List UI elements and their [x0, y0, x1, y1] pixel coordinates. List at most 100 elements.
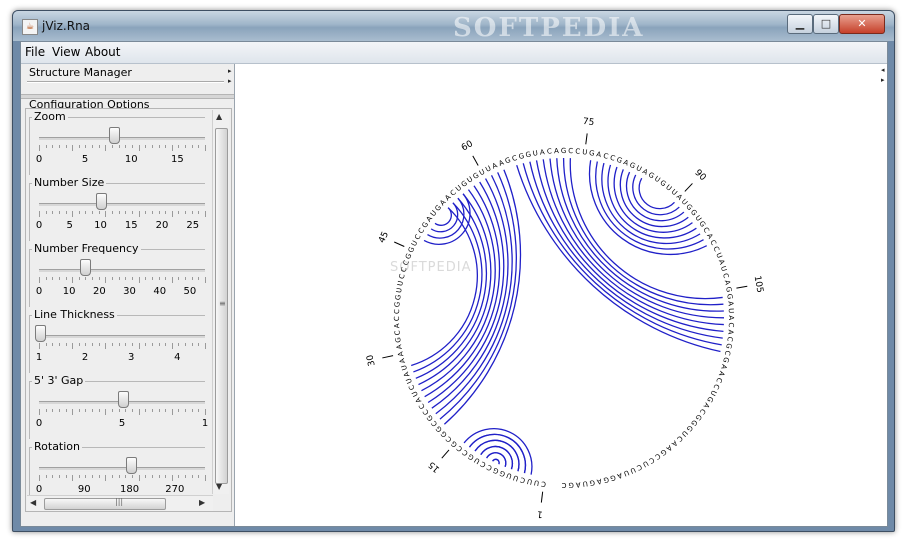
section-border: [29, 249, 30, 307]
slider-track[interactable]: [39, 335, 205, 338]
slider-tick-label: 5: [118, 418, 126, 429]
slider-thumb[interactable]: [118, 391, 129, 408]
index-tick: [441, 449, 450, 459]
horizontal-scroll-thumb[interactable]: |||: [44, 497, 166, 510]
menu-about[interactable]: About: [85, 45, 120, 59]
structure-manager-separator: [27, 81, 224, 83]
slider-thumb[interactable]: [80, 259, 92, 276]
nucleotide: U: [719, 265, 728, 272]
slider-label: Line Thickness: [32, 308, 117, 321]
menu-view[interactable]: View: [52, 45, 80, 59]
window-client-area: File View About Structure Manager ▸ ▸ Co…: [20, 41, 888, 527]
nucleotide: G: [589, 478, 596, 487]
slider-thumb[interactable]: [96, 193, 108, 210]
slider-track[interactable]: [39, 269, 205, 272]
menu-file[interactable]: File: [25, 45, 45, 59]
index-label: 45: [377, 230, 391, 245]
nucleotide: G: [504, 156, 512, 165]
nucleotide: G: [393, 301, 401, 307]
vertical-scrollbar[interactable]: ▲ ≡ ▼: [212, 110, 229, 494]
slider-ticks: [39, 277, 206, 283]
nucleotide: C: [511, 154, 518, 163]
rna-structure-canvas[interactable]: ◂ ▸ CUUCUUGGCCUGCCGCGGCGCCAUCUAUAAAGCACC…: [235, 64, 887, 526]
nucleotide: G: [561, 147, 566, 155]
slider-thumb[interactable]: [108, 127, 120, 144]
slider-tick-label: 0: [35, 484, 43, 495]
nucleotide: U: [714, 252, 723, 260]
slider-thumb[interactable]: [35, 325, 46, 342]
nucleotide: A: [723, 279, 732, 286]
scroll-up-arrow-icon[interactable]: ▲: [216, 112, 222, 121]
nucleotide: G: [602, 475, 609, 484]
slider-label: Number Size: [32, 176, 107, 189]
nucleotide: A: [396, 351, 405, 358]
side-panel: Structure Manager ▸ ▸ Configuration Opti…: [21, 64, 235, 526]
index-label: 105: [752, 275, 765, 294]
java-cup-icon[interactable]: ☕: [22, 19, 38, 35]
nucleotide: G: [518, 152, 525, 161]
nucleotide: C: [725, 336, 734, 342]
slider-track[interactable]: [39, 467, 205, 470]
nucleotide: U: [532, 149, 538, 158]
scroll-left-arrow-icon[interactable]: ◀: [30, 498, 36, 507]
nucleotide: C: [723, 350, 732, 357]
base-pair-arc: [522, 163, 722, 346]
collapse-arrow-icon[interactable]: ▸: [228, 67, 232, 75]
horizontal-scrollbar[interactable]: ◀ ||| ▶: [27, 495, 213, 511]
slider-track[interactable]: [39, 137, 205, 140]
index-label: 75: [582, 117, 595, 128]
window-title: jViz.Rna: [42, 19, 91, 33]
slider-tick-label: 0: [35, 154, 43, 165]
nucleotide: A: [575, 480, 581, 488]
slider-track[interactable]: [39, 203, 205, 206]
nucleotide: G: [721, 356, 730, 363]
slider-tick-label: 30: [123, 286, 136, 297]
slider-tick-label: 15: [124, 220, 138, 231]
slider-ticks: [39, 343, 206, 349]
slider-tick-label: 5: [66, 220, 73, 231]
slider-tick-label: 10: [94, 220, 107, 231]
scroll-right-arrow-icon[interactable]: ▶: [199, 498, 205, 507]
nucleotide: A: [596, 477, 603, 486]
base-pair-arc: [535, 160, 724, 333]
slider-5-3-gap: 0 5 1 5' 3' Gap: [29, 374, 208, 439]
slider-ticks: [39, 475, 206, 481]
slider-thumb[interactable]: [125, 457, 137, 474]
nucleotide: G: [568, 481, 574, 489]
minimize-button[interactable]: ▁: [787, 14, 813, 34]
nucleotide: U: [526, 477, 533, 486]
nucleotide: U: [512, 473, 519, 482]
vertical-scroll-thumb[interactable]: ≡: [215, 128, 228, 484]
nucleotide: U: [400, 364, 409, 371]
nucleotide: C: [727, 322, 735, 327]
slider-tick-label: 0: [35, 220, 43, 231]
base-pair-arc: [549, 158, 725, 319]
slider-number-frequency: 0 10 20 30 40 50 Number Frequency: [29, 242, 206, 307]
slider-tick-label: 20: [92, 286, 106, 297]
slider-label: Zoom: [32, 110, 68, 123]
slider-number-size: 0 5 10 15 20 25 Number Size: [29, 176, 206, 241]
index-tick: [394, 241, 405, 247]
close-icon: ✕: [857, 17, 867, 30]
scroll-down-arrow-icon[interactable]: ▼: [216, 482, 222, 491]
index-label: 60: [460, 139, 475, 153]
close-button[interactable]: ✕: [839, 14, 885, 34]
slider-ticks: [39, 211, 206, 217]
nucleotide: G: [725, 293, 734, 299]
slider-tick-label: 25: [186, 220, 200, 231]
circle-plot: CUUCUUGGCCUGCCGCGGCGCCAUCUAUAAAGCACCGGUU…: [365, 117, 765, 519]
nucleotide: A: [395, 344, 404, 350]
menu-bar: File View About: [21, 42, 887, 64]
nucleotide: A: [393, 323, 401, 328]
title-bar[interactable]: SOFTPEDIA ☕ jViz.Rna ▁ □ ✕: [13, 11, 894, 43]
nucleotide: C: [568, 147, 573, 155]
index-tick: [585, 133, 588, 145]
base-pair-arc: [516, 164, 721, 353]
nucleotide: C: [575, 147, 581, 155]
slider-tick-label: 10: [124, 154, 138, 165]
expand-arrow-icon[interactable]: ▸: [228, 77, 232, 85]
nucleotide: A: [726, 301, 734, 307]
slider-tick-label: 0: [35, 286, 43, 297]
maximize-button[interactable]: □: [813, 14, 839, 34]
index-label: 15: [427, 459, 442, 474]
